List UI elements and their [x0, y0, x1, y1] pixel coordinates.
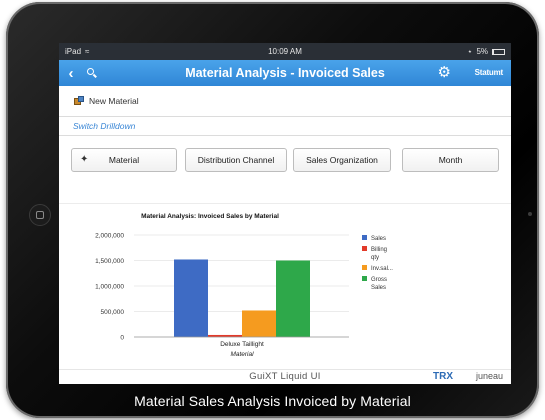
drilldown-button-label: Sales Organization [306, 155, 378, 165]
drilldown-button-label: Material [108, 155, 140, 165]
footer-location-label: juneau [475, 371, 503, 381]
legend-swatch [362, 276, 367, 281]
search-icon[interactable] [84, 65, 100, 81]
sales-chart: Material Analysis: Invoiced Sales by Mat… [95, 213, 393, 358]
x-axis-label: Material [230, 351, 254, 358]
legend-label: Billing [371, 247, 387, 253]
drilldown-sales-organization-button[interactable]: Sales Organization [293, 148, 391, 172]
legend-label: qty [371, 255, 379, 261]
device-label: iPad [65, 47, 82, 56]
drilldown-material-button[interactable]: ✦ Material [71, 148, 177, 172]
drilldown-buttons: ✦ Material Distribution Channel Sales Or… [59, 136, 511, 186]
drilldown-month-button[interactable]: Month [402, 148, 499, 172]
wifi-icon: ≈ [85, 47, 90, 56]
y-tick-label: 1,000,000 [95, 284, 124, 291]
y-tick-label: 0 [120, 335, 124, 342]
battery-percent: 5% [476, 47, 488, 56]
drilldown-distribution-channel-button[interactable]: Distribution Channel [185, 148, 287, 172]
image-caption: Material Sales Analysis Invoiced by Mate… [134, 393, 411, 409]
y-tick-label: 500,000 [101, 309, 125, 316]
app-screen: iPad ≈ 10:09 AM ⋆ 5% ‹ Material Analysis… [59, 43, 511, 384]
bar-gross-sales [276, 260, 310, 337]
drilldown-button-label: Month [438, 155, 463, 165]
camera-icon [528, 212, 532, 216]
battery-icon [492, 48, 505, 55]
legend-label: Sales [371, 285, 386, 291]
drilldown-button-label: Distribution Channel [197, 155, 275, 165]
legend-label: Inv.sal... [371, 266, 393, 272]
home-button[interactable] [29, 204, 51, 226]
legend-swatch [362, 235, 367, 240]
switch-drilldown-link[interactable]: Switch Drilldown [59, 117, 511, 135]
status-bar: iPad ≈ 10:09 AM ⋆ 5% [59, 43, 511, 60]
legend-label: Sales [371, 236, 386, 242]
legend-label: Gross [371, 277, 387, 283]
gear-icon[interactable]: ⚙ [438, 65, 451, 81]
x-tick-label: Deluxe Taillight [220, 341, 264, 348]
y-tick-label: 1,500,000 [95, 258, 124, 265]
legend-swatch [362, 246, 367, 251]
home-square-icon [36, 211, 44, 219]
chart-title: Material Analysis: Invoiced Sales by Mat… [141, 213, 279, 220]
status-time: 10:09 AM [268, 47, 302, 56]
nav-status-label[interactable]: Statumt [475, 68, 504, 77]
bluetooth-icon: ⋆ [467, 47, 473, 56]
toolbar: New Material [59, 86, 511, 116]
legend-swatch [362, 265, 367, 270]
nav-bar: ‹ Material Analysis - Invoiced Sales ⚙ S… [59, 60, 511, 86]
footer-brand-logo: TRX [433, 371, 453, 382]
bar-sales [174, 259, 208, 337]
new-material-icon[interactable] [74, 96, 84, 106]
back-chevron-icon[interactable]: ‹ [62, 65, 80, 82]
cursor-icon: ✦ [80, 154, 89, 165]
chart-panel: Material Analysis: Invoiced Sales by Mat… [59, 203, 511, 369]
new-material-button[interactable]: New Material [89, 96, 139, 106]
bar-inv-sal- [242, 310, 276, 337]
y-tick-label: 2,000,000 [95, 233, 124, 240]
footer-bar: GuiXT Liquid UI TRX juneau [59, 369, 511, 384]
